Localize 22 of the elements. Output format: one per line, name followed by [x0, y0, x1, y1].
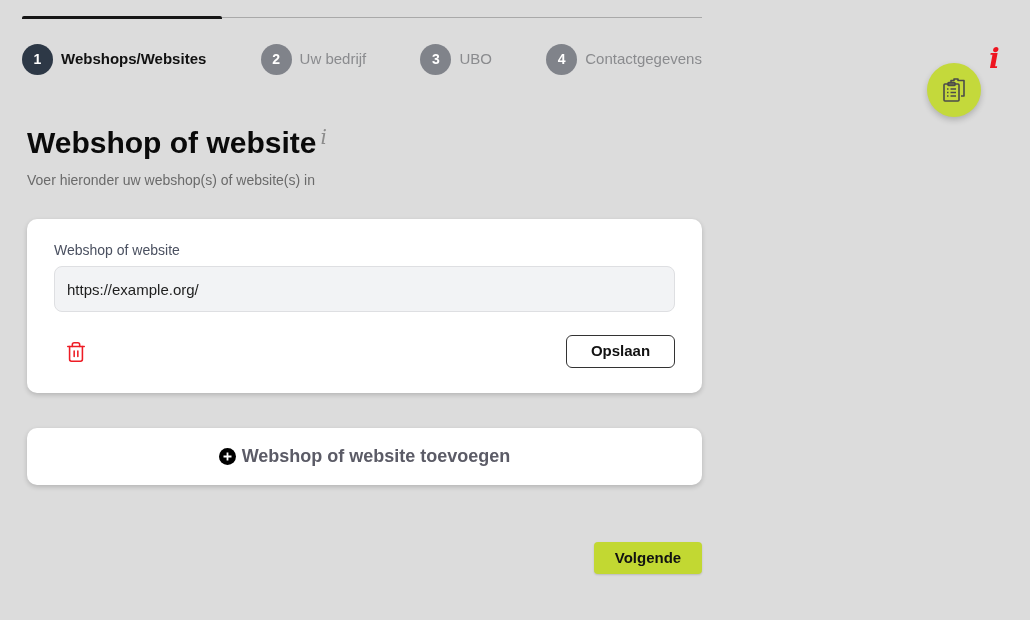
delete-button[interactable] — [65, 340, 87, 363]
clipboard-button[interactable] — [927, 63, 981, 117]
add-website-button[interactable]: Webshop of website toevoegen — [27, 428, 702, 485]
page-title: Webshop of website — [27, 125, 317, 161]
step-label[interactable]: UBO — [459, 48, 492, 71]
step-label[interactable]: Webshops/Websites — [61, 48, 207, 71]
step-number[interactable]: 3 — [420, 44, 452, 75]
step-number[interactable]: 1 — [22, 44, 53, 75]
next-button[interactable]: Volgende — [594, 542, 702, 574]
trash-icon — [65, 340, 87, 363]
plus-circle-icon — [218, 448, 236, 465]
page-subtitle: Voer hieronder uw webshop(s) of website(s) in — [27, 171, 315, 190]
field-label: Webshop of website — [54, 241, 180, 260]
info-icon[interactable]: i — [989, 44, 1000, 74]
step-label[interactable]: Uw bedrijf — [299, 48, 367, 71]
save-button[interactable]: Opslaan — [566, 335, 675, 368]
step-number[interactable]: 4 — [546, 44, 578, 75]
website-input[interactable]: https://example.org/ — [54, 266, 675, 312]
step-number[interactable]: 2 — [260, 44, 292, 75]
info-icon[interactable]: i — [320, 126, 327, 148]
step-label[interactable]: Contactgegevens — [585, 48, 702, 71]
clipboard-icon — [943, 78, 965, 102]
